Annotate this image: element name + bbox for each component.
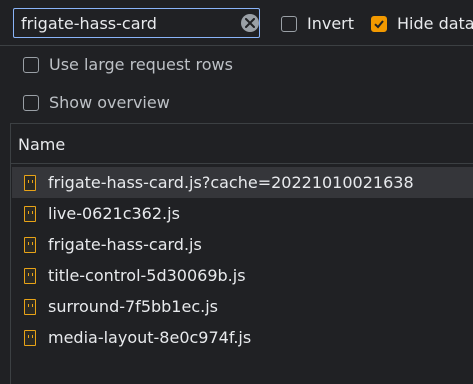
request-name: title-control-5d30069b.js (48, 266, 246, 285)
request-row[interactable]: media-layout-8e0c974f.js (12, 322, 473, 353)
close-icon (245, 18, 255, 28)
hide-data-toggle[interactable]: Hide data (371, 14, 473, 33)
clear-filter-button[interactable] (241, 14, 259, 32)
network-filter-toolbar: Invert Hide data (0, 0, 473, 46)
large-rows-checkbox[interactable] (23, 56, 39, 73)
request-row[interactable]: surround-7f5bb1ec.js (12, 291, 473, 322)
js-file-icon (24, 267, 36, 284)
hide-data-label: Hide data (397, 14, 473, 33)
js-file-icon (24, 174, 36, 191)
overview-toggle[interactable]: Show overview (23, 93, 170, 112)
js-file-icon (24, 236, 36, 253)
filter-box (13, 8, 260, 38)
filter-input[interactable] (14, 9, 234, 37)
request-table: Name frigate-hass-card.js?cache=20221010… (10, 123, 473, 384)
request-row[interactable]: frigate-hass-card.js?cache=2022101002163… (12, 167, 473, 198)
js-file-icon (24, 205, 36, 222)
hide-data-checkbox[interactable] (371, 15, 387, 32)
divider (0, 45, 473, 46)
request-name: media-layout-8e0c974f.js (48, 328, 252, 347)
name-column-label: Name (18, 135, 66, 154)
request-row[interactable]: title-control-5d30069b.js (12, 260, 473, 291)
js-file-icon (24, 298, 36, 315)
invert-label: Invert (307, 14, 355, 33)
large-rows-label: Use large request rows (49, 55, 233, 74)
overview-label: Show overview (49, 93, 170, 112)
request-name: surround-7f5bb1ec.js (48, 297, 218, 316)
request-name: frigate-hass-card.js (48, 235, 202, 254)
request-row[interactable]: live-0621c362.js (12, 198, 473, 229)
invert-toggle[interactable]: Invert (281, 14, 354, 33)
js-file-icon (24, 329, 36, 346)
checkmark-icon (374, 19, 384, 28)
invert-checkbox[interactable] (281, 15, 297, 32)
name-column-header[interactable]: Name (11, 124, 473, 164)
request-name: live-0621c362.js (48, 204, 180, 223)
large-rows-toggle[interactable]: Use large request rows (23, 55, 233, 74)
request-row[interactable]: frigate-hass-card.js (12, 229, 473, 260)
request-name: frigate-hass-card.js?cache=2022101002163… (48, 173, 414, 192)
overview-checkbox[interactable] (23, 94, 39, 111)
